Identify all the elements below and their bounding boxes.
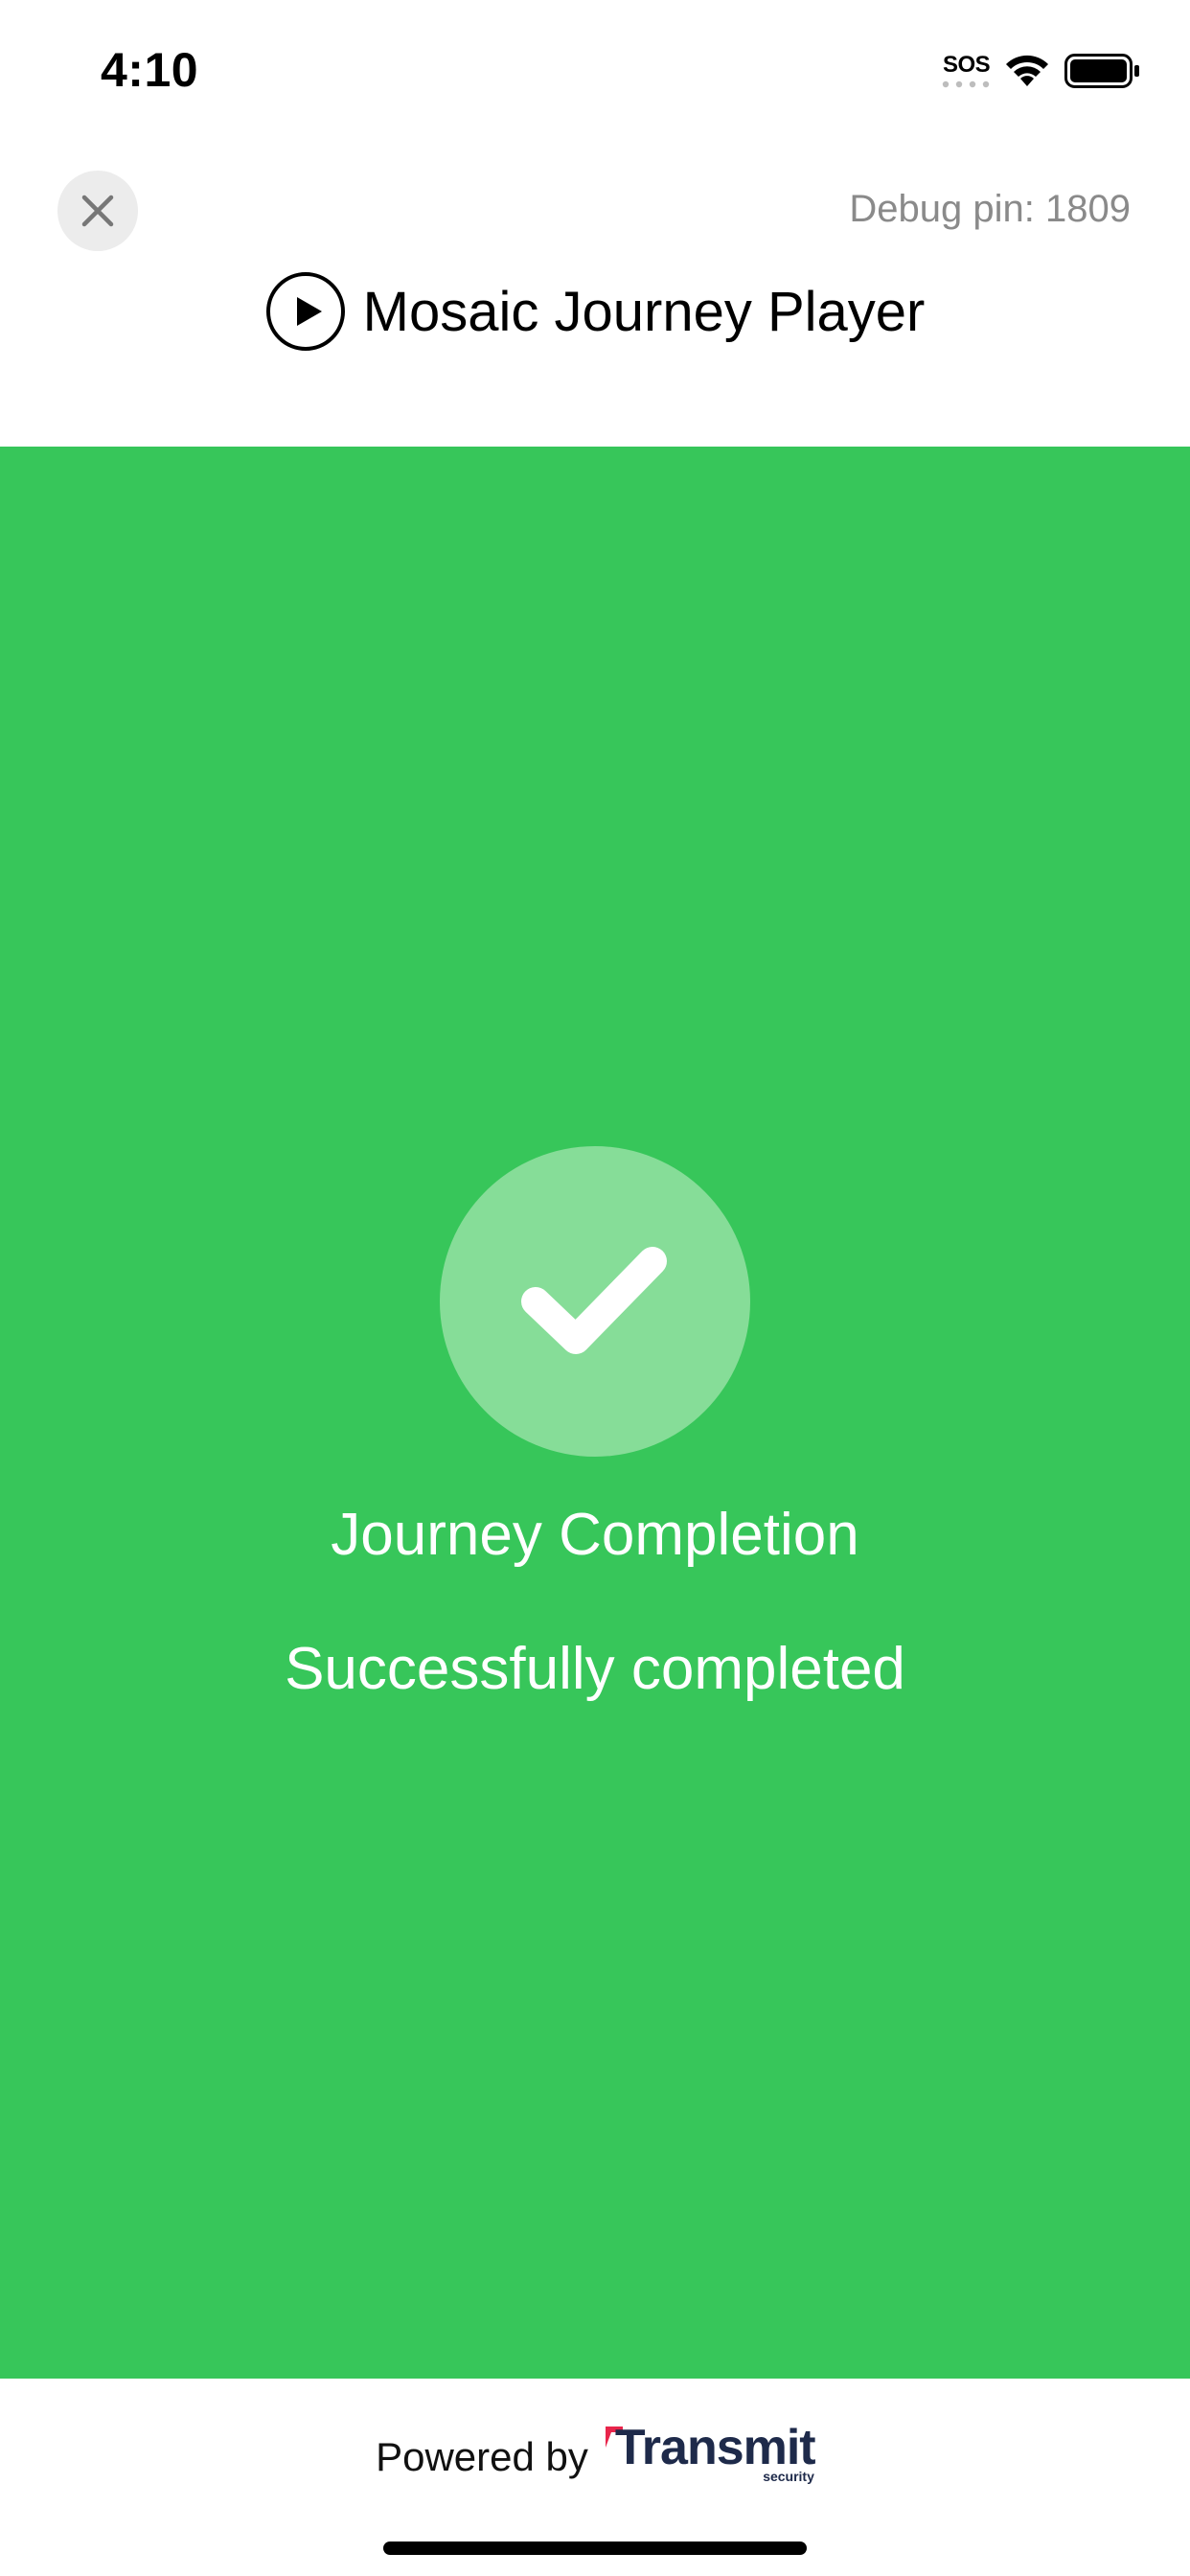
debug-pin: Debug pin: 1809 — [849, 188, 1131, 230]
powered-by-row: Powered by Transmit security — [0, 2419, 1190, 2496]
brand-subtitle: security — [763, 2469, 814, 2484]
sos-indicator: SOS — [943, 52, 991, 78]
completion-headline: Journey Completion — [331, 1502, 859, 1568]
completion-message: Successfully completed — [285, 1636, 905, 1702]
status-time: 4:10 — [101, 43, 199, 97]
close-icon — [81, 195, 114, 227]
page-title: Mosaic Journey Player — [362, 280, 926, 343]
battery-icon — [1064, 54, 1139, 88]
brand-name: Transmit — [614, 2420, 816, 2475]
status-bar: 4:10 SOS — [0, 0, 1190, 134]
close-button[interactable] — [57, 171, 138, 251]
completion-panel: Journey Completion Successfully complete… — [0, 447, 1190, 2379]
app-header: Debug pin: 1809 Mosaic Journey Player — [0, 134, 1190, 447]
title-row: Mosaic Journey Player — [0, 268, 1190, 355]
powered-by-label: Powered by — [376, 2434, 588, 2479]
transmit-logo: Transmit security — [605, 2420, 816, 2492]
footer: Powered by Transmit security — [0, 2379, 1190, 2576]
signal-dots-icon — [942, 80, 990, 88]
checkmark-icon — [521, 1247, 667, 1354]
play-icon — [265, 272, 345, 351]
home-indicator[interactable] — [383, 2542, 807, 2555]
success-badge — [440, 1146, 750, 1457]
wifi-icon — [1006, 55, 1048, 86]
